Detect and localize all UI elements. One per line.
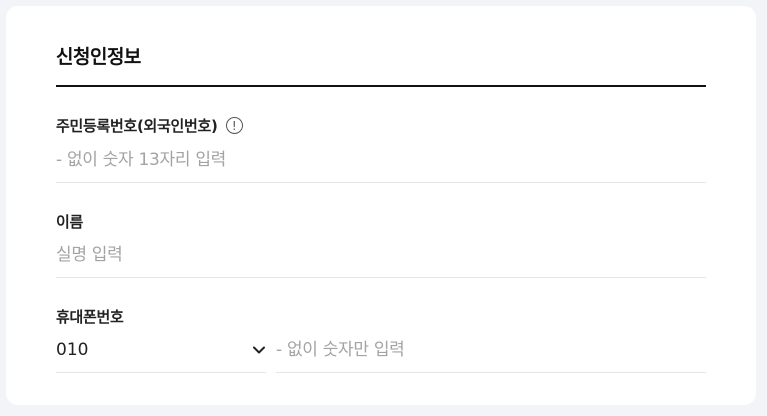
phone-label: 휴대폰번호 <box>56 306 124 327</box>
phone-number-input[interactable] <box>276 337 706 363</box>
resident-number-label: 주민등록번호(외국인번호) ! <box>56 115 243 136</box>
phone-prefix-value: 010 <box>56 340 89 360</box>
resident-number-input[interactable] <box>56 147 706 173</box>
section-title: 신청인정보 <box>56 46 141 68</box>
applicant-info-card: 신청인정보 주민등록번호(외국인번호) ! 이름 휴대폰번호 010 <box>6 6 756 405</box>
info-circle-icon[interactable]: ! <box>225 117 243 134</box>
name-underline <box>56 277 706 278</box>
name-input[interactable] <box>56 242 706 268</box>
resident-number-label-text: 주민등록번호(외국인번호) <box>56 117 218 135</box>
resident-number-underline <box>56 182 706 183</box>
chevron-down-icon <box>252 343 266 357</box>
name-label-text: 이름 <box>56 213 84 231</box>
phone-number-underline <box>276 372 706 373</box>
section-title-divider <box>56 85 706 87</box>
phone-prefix-underline <box>56 372 266 373</box>
phone-label-text: 휴대폰번호 <box>56 308 124 326</box>
phone-prefix-select[interactable]: 010 <box>56 337 266 363</box>
name-label: 이름 <box>56 211 83 232</box>
